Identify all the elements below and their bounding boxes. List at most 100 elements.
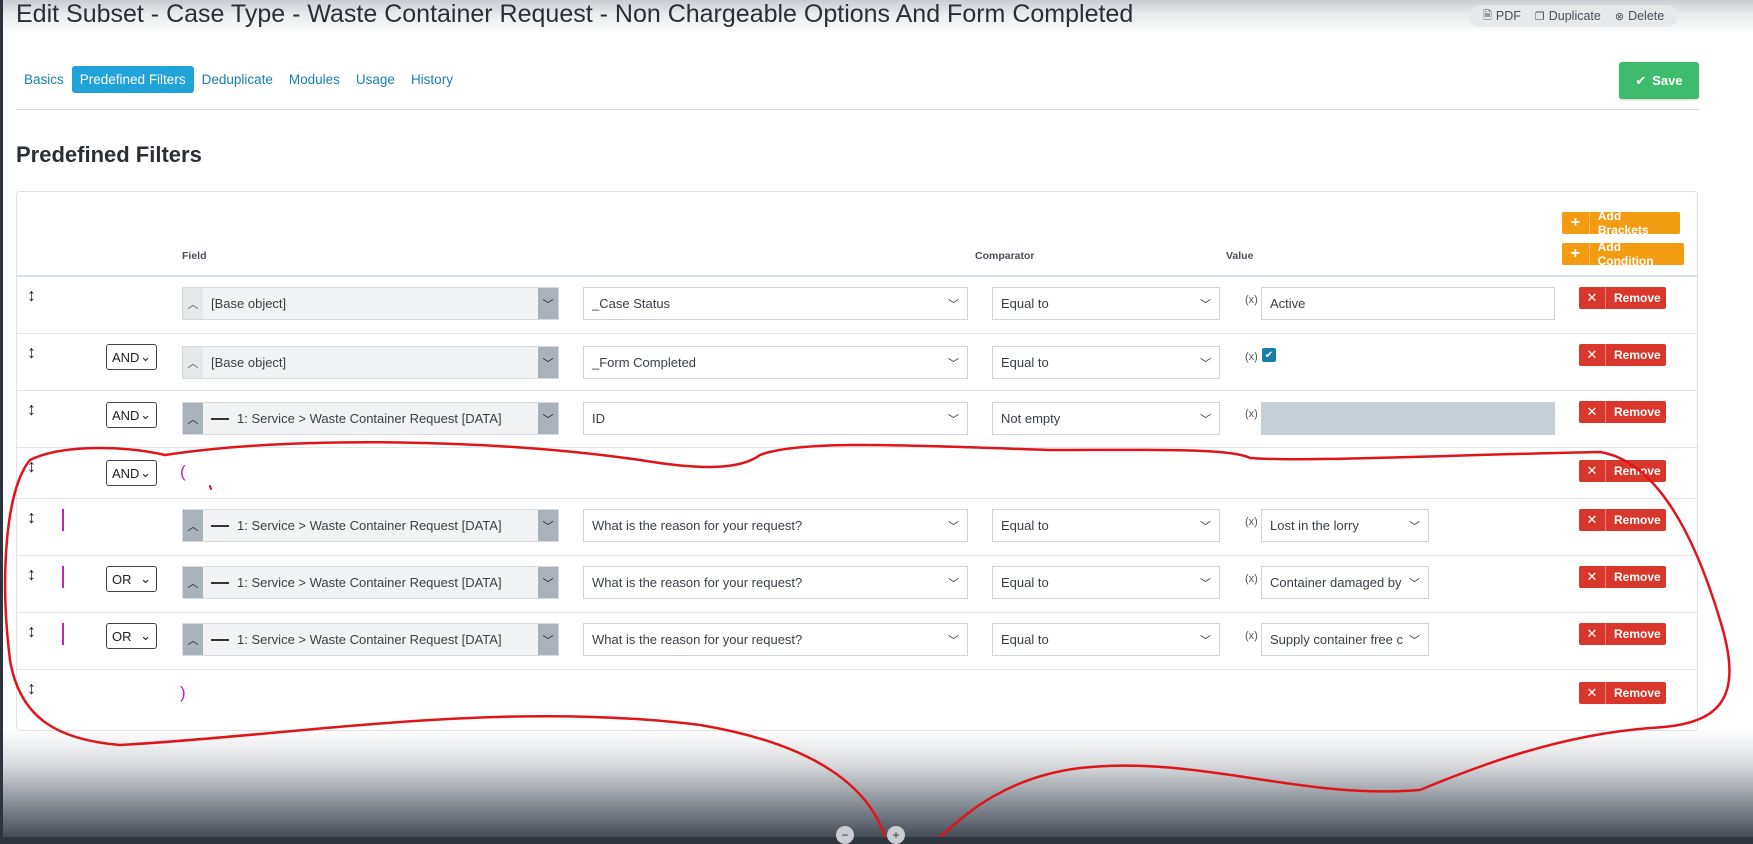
check-icon: ✔ (1635, 72, 1647, 88)
remove-button[interactable]: ✕ Remove (1579, 344, 1666, 366)
chevron-down-icon: ⌄ (140, 349, 151, 364)
drag-handle-icon[interactable]: ↕ (27, 621, 36, 642)
object-select[interactable]: ︿ 1: Service > Waste Container Request [… (182, 402, 559, 435)
object-select[interactable]: ︿ 1: Service > Waste Container Request [… (182, 566, 559, 599)
chevron-down-icon: ﹀ (948, 520, 959, 533)
chevron-down-icon[interactable]: ﹀ (538, 624, 558, 655)
variable-icon[interactable]: (x) (1245, 351, 1258, 363)
logic-select[interactable]: AND ⌄ (106, 460, 157, 486)
add-brackets-button[interactable]: + Add Brackets (1562, 209, 1680, 237)
save-button[interactable]: ✔ Save (1619, 62, 1699, 99)
comparator-column-header: Comparator (975, 250, 1035, 262)
field-select[interactable]: ID ﹀ (583, 402, 968, 435)
plus-icon: + (1562, 243, 1590, 265)
tab-history[interactable]: History (403, 66, 461, 93)
remove-button[interactable]: ✕ Remove (1579, 460, 1666, 482)
page: Edit Subset - Case Type - Waste Containe… (0, 0, 1753, 844)
variable-icon[interactable]: (x) (1245, 573, 1258, 585)
remove-button[interactable]: ✕ Remove (1579, 566, 1666, 588)
remove-button[interactable]: ✕ Remove (1579, 623, 1666, 645)
tab-deduplicate[interactable]: Deduplicate (194, 66, 281, 93)
chevron-down-icon: ﹀ (948, 298, 959, 311)
collapse-icon[interactable]: ︿ (183, 510, 203, 541)
collapse-icon[interactable]: ︿ (183, 624, 203, 655)
value-select[interactable]: Lost in the lorry ﹀ (1261, 509, 1429, 542)
chevron-down-icon: ⌄ (140, 465, 151, 480)
page-title: Edit Subset - Case Type - Waste Containe… (16, 0, 1134, 28)
drag-handle-icon[interactable]: ↕ (27, 678, 36, 699)
value-input (1261, 402, 1555, 435)
logic-select[interactable]: OR ⌄ (106, 566, 157, 592)
delete-button[interactable]: ⊗ Delete (1615, 9, 1664, 23)
filter-row: ↕ OR ⌄ ︿ 1: Service > Waste Container Req… (17, 613, 1697, 670)
variable-icon[interactable]: (x) (1245, 516, 1258, 528)
tab-modules[interactable]: Modules (281, 66, 348, 93)
variable-icon[interactable]: (x) (1245, 294, 1258, 306)
value-select[interactable]: Supply container free c ﹀ (1261, 623, 1429, 656)
comparator-select[interactable]: Not empty ﹀ (992, 402, 1220, 435)
value-select[interactable]: Container damaged by ﹀ (1261, 566, 1429, 599)
zoom-out-icon[interactable]: − (836, 826, 854, 844)
drag-handle-icon[interactable]: ↕ (27, 456, 36, 477)
object-select[interactable]: ︿ [Base object] ﹀ (182, 346, 559, 379)
tab-usage[interactable]: Usage (348, 66, 403, 93)
field-select[interactable]: What is the reason for your request? ﹀ (583, 623, 968, 656)
object-select[interactable]: ︿ 1: Service > Waste Container Request [… (182, 623, 559, 656)
close-bracket: ) (180, 683, 186, 702)
chevron-down-icon[interactable]: ﹀ (538, 403, 558, 434)
bracket-row: ↕ ) ✕ Remove (17, 670, 1697, 720)
remove-button[interactable]: ✕ Remove (1579, 401, 1666, 423)
value-input[interactable]: Active (1261, 287, 1555, 320)
comparator-select[interactable]: Equal to ﹀ (992, 623, 1220, 656)
chevron-down-icon: ⌄ (140, 571, 151, 586)
drag-handle-icon[interactable]: ↕ (27, 507, 36, 528)
pdf-button[interactable]: 🗎 PDF (1483, 7, 1521, 26)
comparator-select[interactable]: Equal to ﹀ (992, 566, 1220, 599)
drag-handle-icon[interactable]: ↕ (27, 399, 36, 420)
tab-predefined-filters[interactable]: Predefined Filters (71, 66, 194, 93)
field-select[interactable]: _Form Completed ﹀ (583, 346, 968, 379)
variable-icon[interactable]: (x) (1245, 408, 1258, 420)
remove-button[interactable]: ✕ Remove (1579, 509, 1666, 531)
tab-basics[interactable]: Basics (16, 66, 72, 93)
add-condition-button[interactable]: + Add Condition (1562, 240, 1684, 268)
close-icon: ✕ (1579, 460, 1606, 482)
chevron-down-icon[interactable]: ﹀ (538, 347, 558, 378)
chevron-down-icon[interactable]: ﹀ (538, 510, 558, 541)
chevron-down-icon: ﹀ (1200, 577, 1211, 590)
chevron-down-icon: ﹀ (1200, 413, 1211, 426)
duplicate-button[interactable]: ❐ Duplicate (1535, 9, 1601, 23)
comparator-select[interactable]: Equal to ﹀ (992, 509, 1220, 542)
drag-handle-icon[interactable]: ↕ (27, 342, 36, 363)
collapse-icon[interactable]: ︿ (183, 288, 203, 319)
logic-select[interactable]: OR ⌄ (106, 623, 157, 649)
remove-button[interactable]: ✕ Remove (1579, 682, 1666, 704)
chevron-down-icon[interactable]: ﹀ (538, 567, 558, 598)
drag-handle-icon[interactable]: ↕ (27, 285, 36, 306)
logic-select[interactable]: AND ⌄ (106, 344, 157, 370)
value-checkbox[interactable]: ✔ (1262, 348, 1276, 362)
chevron-down-icon: ﹀ (1200, 634, 1211, 647)
object-select[interactable]: ︿ [Base object] ﹀ (182, 287, 559, 320)
field-select[interactable]: What is the reason for your request? ﹀ (583, 566, 968, 599)
comparator-select[interactable]: Equal to ﹀ (992, 346, 1220, 379)
field-select[interactable]: What is the reason for your request? ﹀ (583, 509, 968, 542)
collapse-icon[interactable]: ︿ (183, 567, 203, 598)
bracket-row: ↕ AND ⌄ ( ✕ Remove (17, 448, 1697, 499)
field-column-header: Field (182, 250, 207, 262)
logic-select[interactable]: AND ⌄ (106, 402, 157, 428)
close-icon: ✕ (1579, 682, 1606, 704)
filter-row: ↕ OR ⌄ ︿ 1: Service > Waste Container Req… (17, 556, 1697, 613)
drag-handle-icon[interactable]: ↕ (27, 564, 36, 585)
remove-button[interactable]: ✕ Remove (1579, 287, 1666, 309)
zoom-in-icon[interactable]: + (887, 826, 905, 844)
field-select[interactable]: _Case Status ﹀ (583, 287, 968, 320)
variable-icon[interactable]: (x) (1245, 630, 1258, 642)
chevron-down-icon: ﹀ (1409, 520, 1420, 533)
object-select[interactable]: ︿ 1: Service > Waste Container Request [… (182, 509, 559, 542)
chevron-down-icon[interactable]: ﹀ (538, 288, 558, 319)
window-edge (0, 0, 3, 837)
collapse-icon[interactable]: ︿ (183, 403, 203, 434)
collapse-icon[interactable]: ︿ (183, 347, 203, 378)
comparator-select[interactable]: Equal to ﹀ (992, 287, 1220, 320)
